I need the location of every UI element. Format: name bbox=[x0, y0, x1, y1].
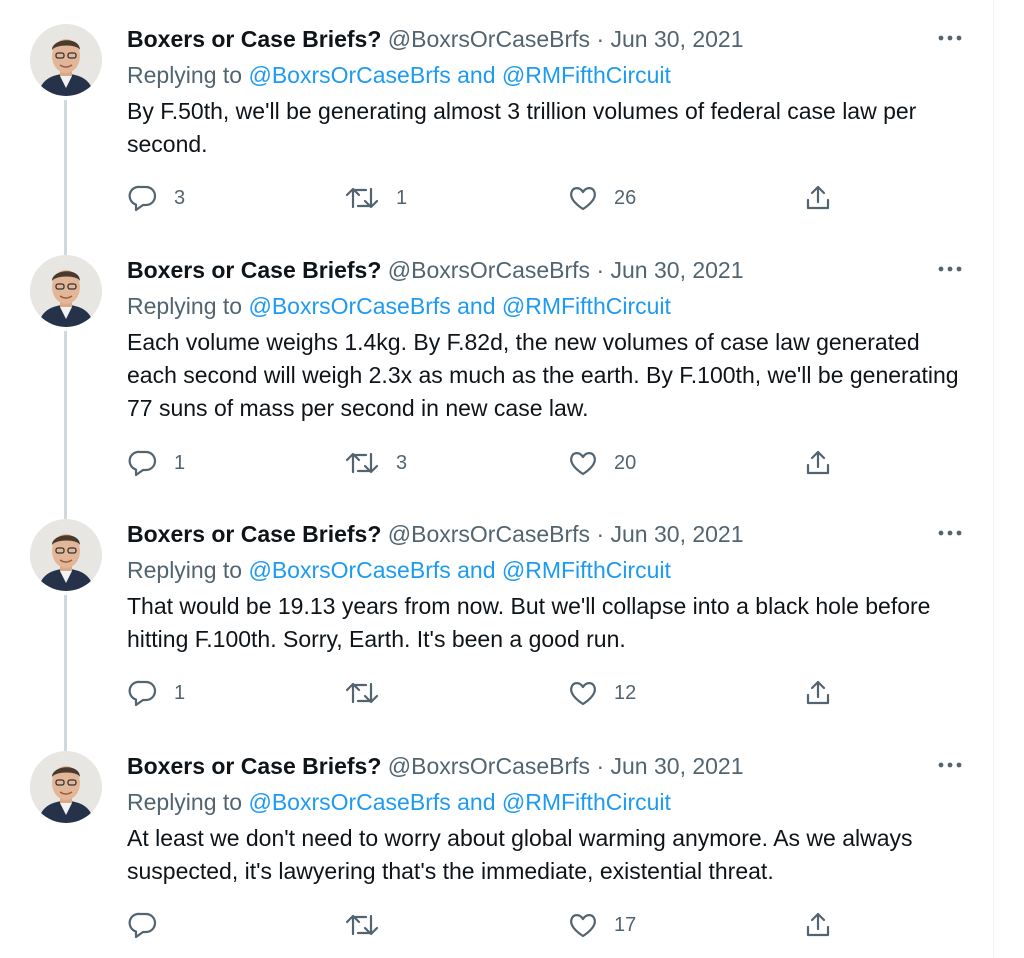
username[interactable]: @BoxrsOrCaseBrfs bbox=[388, 26, 590, 52]
separator-dot: · bbox=[596, 26, 605, 52]
like-icon bbox=[570, 914, 596, 938]
tweet-text: By F.50th, we'll be generating almost 3 … bbox=[127, 98, 917, 157]
replying-to: Replying to @BoxrsOrCaseBrfs and @RMFift… bbox=[127, 555, 671, 585]
tweet-text: That would be 19.13 years from now. But … bbox=[127, 593, 931, 652]
share-icon bbox=[806, 912, 830, 937]
tweet-text: At least we don't need to worry about gl… bbox=[127, 825, 913, 884]
display-name[interactable]: Boxers or Case Briefs? bbox=[127, 753, 381, 779]
like-count: 26 bbox=[614, 186, 637, 209]
retweet-button[interactable]: 1 bbox=[344, 184, 407, 212]
like-button[interactable]: 17 bbox=[568, 911, 636, 939]
more-icon[interactable] bbox=[934, 26, 966, 50]
replying-to-label: Replying to bbox=[127, 62, 243, 88]
separator-dot: · bbox=[596, 521, 605, 547]
like-button[interactable]: 12 bbox=[568, 679, 636, 707]
timestamp[interactable]: Jun 30, 2021 bbox=[611, 521, 744, 547]
thread-line bbox=[64, 100, 67, 238]
separator-dot: · bbox=[596, 257, 605, 283]
tweet-text: Each volume weighs 1.4kg. By F.82d, the … bbox=[127, 329, 959, 421]
more-icon[interactable] bbox=[934, 753, 966, 777]
timestamp[interactable]: Jun 30, 2021 bbox=[611, 26, 744, 52]
share-button[interactable] bbox=[804, 184, 832, 212]
reply-button[interactable]: 3 bbox=[128, 184, 185, 212]
reply-icon bbox=[128, 680, 157, 707]
share-icon bbox=[806, 450, 830, 475]
retweet-button[interactable]: 3 bbox=[344, 449, 407, 477]
reply-count: 1 bbox=[174, 451, 186, 474]
share-icon bbox=[806, 185, 830, 210]
thread-line bbox=[64, 231, 67, 255]
like-button[interactable]: 20 bbox=[568, 449, 636, 477]
thread-line bbox=[64, 727, 67, 751]
separator-dot: · bbox=[596, 753, 605, 779]
share-button[interactable] bbox=[804, 679, 832, 707]
username[interactable]: @BoxrsOrCaseBrfs bbox=[388, 257, 590, 283]
reply-icon bbox=[128, 450, 157, 477]
like-count: 17 bbox=[614, 913, 637, 936]
like-button[interactable]: 26 bbox=[568, 184, 636, 212]
timestamp[interactable]: Jun 30, 2021 bbox=[611, 753, 744, 779]
share-button[interactable] bbox=[804, 449, 832, 477]
avatar[interactable] bbox=[30, 24, 102, 96]
tweet[interactable]: Boxers or Case Briefs? @BoxrsOrCaseBrfs … bbox=[0, 0, 993, 238]
avatar[interactable] bbox=[30, 519, 102, 591]
reply-button[interactable]: 1 bbox=[128, 449, 185, 477]
retweet-count: 1 bbox=[396, 186, 408, 209]
timeline-border bbox=[993, 0, 994, 958]
tweet[interactable]: Boxers or Case Briefs? @BoxrsOrCaseBrfs … bbox=[0, 495, 993, 727]
replying-to-mentions[interactable]: @BoxrsOrCaseBrfs and @RMFifthCircuit bbox=[248, 62, 670, 88]
tweet[interactable]: Boxers or Case Briefs? @BoxrsOrCaseBrfs … bbox=[0, 727, 993, 958]
reply-icon bbox=[128, 185, 157, 212]
display-name[interactable]: Boxers or Case Briefs? bbox=[127, 257, 381, 283]
more-icon[interactable] bbox=[934, 257, 966, 281]
retweet-icon bbox=[345, 187, 379, 209]
retweet-button[interactable] bbox=[344, 679, 396, 707]
timestamp[interactable]: Jun 30, 2021 bbox=[611, 257, 744, 283]
like-count: 20 bbox=[614, 451, 637, 474]
retweet-button[interactable] bbox=[344, 911, 396, 939]
avatar[interactable] bbox=[30, 751, 102, 823]
thread-line bbox=[64, 595, 67, 727]
tweet[interactable]: Boxers or Case Briefs? @BoxrsOrCaseBrfs … bbox=[0, 231, 993, 495]
reply-button[interactable] bbox=[128, 911, 174, 939]
replying-to-mentions[interactable]: @BoxrsOrCaseBrfs and @RMFifthCircuit bbox=[248, 789, 670, 815]
reply-count: 1 bbox=[174, 681, 186, 704]
replying-to: Replying to @BoxrsOrCaseBrfs and @RMFift… bbox=[127, 60, 671, 90]
like-icon bbox=[570, 452, 596, 476]
tweet-header: Boxers or Case Briefs? @BoxrsOrCaseBrfs … bbox=[127, 255, 744, 285]
username[interactable]: @BoxrsOrCaseBrfs bbox=[388, 521, 590, 547]
reply-icon bbox=[128, 912, 157, 939]
replying-to-mentions[interactable]: @BoxrsOrCaseBrfs and @RMFifthCircuit bbox=[248, 557, 670, 583]
username[interactable]: @BoxrsOrCaseBrfs bbox=[388, 753, 590, 779]
like-icon bbox=[570, 682, 596, 706]
retweet-count: 3 bbox=[396, 451, 408, 474]
reply-count: 3 bbox=[174, 186, 186, 209]
retweet-icon bbox=[345, 682, 379, 704]
like-icon bbox=[570, 187, 596, 211]
replying-to-label: Replying to bbox=[127, 293, 243, 319]
retweet-icon bbox=[345, 452, 379, 474]
more-icon[interactable] bbox=[934, 521, 966, 545]
avatar[interactable] bbox=[30, 255, 102, 327]
thread-line bbox=[64, 331, 67, 495]
replying-to: Replying to @BoxrsOrCaseBrfs and @RMFift… bbox=[127, 291, 671, 321]
share-button[interactable] bbox=[804, 911, 832, 939]
replying-to-label: Replying to bbox=[127, 789, 243, 815]
replying-to-label: Replying to bbox=[127, 557, 243, 583]
replying-to: Replying to @BoxrsOrCaseBrfs and @RMFift… bbox=[127, 787, 671, 817]
tweet-header: Boxers or Case Briefs? @BoxrsOrCaseBrfs … bbox=[127, 519, 744, 549]
like-count: 12 bbox=[614, 681, 637, 704]
share-icon bbox=[806, 680, 830, 705]
reply-button[interactable]: 1 bbox=[128, 679, 185, 707]
display-name[interactable]: Boxers or Case Briefs? bbox=[127, 26, 381, 52]
tweet-header: Boxers or Case Briefs? @BoxrsOrCaseBrfs … bbox=[127, 24, 744, 54]
thread-line bbox=[64, 495, 67, 519]
replying-to-mentions[interactable]: @BoxrsOrCaseBrfs and @RMFifthCircuit bbox=[248, 293, 670, 319]
tweet-header: Boxers or Case Briefs? @BoxrsOrCaseBrfs … bbox=[127, 751, 744, 781]
retweet-icon bbox=[345, 914, 379, 936]
display-name[interactable]: Boxers or Case Briefs? bbox=[127, 521, 381, 547]
